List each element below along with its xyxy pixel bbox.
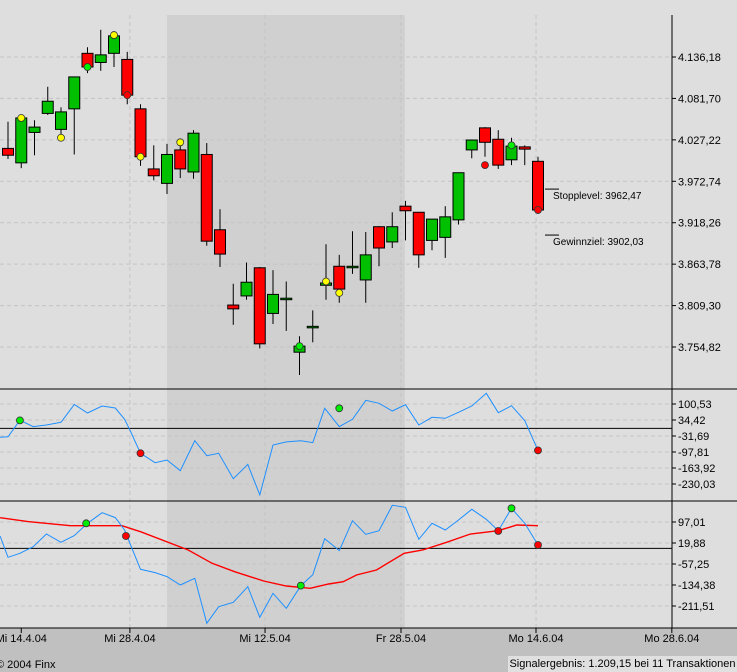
candle-down (214, 229, 226, 255)
candle-down (399, 205, 412, 212)
osc2-signal-marker-red (122, 532, 130, 540)
price-signal-marker-yellow (110, 31, 118, 39)
candle-down (373, 226, 385, 249)
candle-down (479, 127, 491, 143)
osc1-signal-marker-green (335, 404, 344, 413)
price-signal-marker-green (295, 342, 304, 351)
price-signal-marker-yellow (57, 133, 65, 142)
osc1-signal-marker-red (534, 446, 542, 455)
date-label: Mo 28.6.04 (644, 633, 699, 645)
price-tick-label: 4.081,70 (678, 93, 721, 105)
osc1-tick-label: -163,92 (678, 463, 715, 475)
price-tick-label: 3.863,78 (678, 259, 721, 271)
osc2-signal-marker-red (534, 541, 542, 549)
osc2-signal-marker-green (507, 504, 516, 513)
candle-up (161, 153, 173, 184)
candle-up (306, 325, 319, 329)
candle-down (174, 149, 187, 170)
profit-target-label: Gewinnziel: 3902,03 (553, 237, 644, 248)
date-label: Mi 12.5.04 (239, 633, 290, 645)
candle-down (532, 160, 544, 211)
candle-down (412, 211, 425, 256)
candle-up (28, 126, 41, 133)
date-label: Fr 28.5.04 (376, 633, 426, 645)
osc1-tick-label: -31,69 (678, 431, 709, 443)
price-signal-marker-red (481, 161, 489, 170)
candle-down (147, 168, 160, 177)
date-label: Mi 28.4.04 (104, 633, 155, 645)
candle-down (200, 153, 213, 242)
candle-down (227, 304, 240, 310)
candle-up (55, 111, 67, 130)
candle-up (359, 254, 372, 281)
osc2-tick-label: 19,88 (678, 538, 706, 550)
candle-up (452, 172, 465, 221)
candle-up (346, 265, 359, 269)
chart: 4.136,18 4.081,70 4.027,22 3.972,74 3.918,26… (0, 0, 737, 672)
price-tick-label: 3.972,74 (678, 176, 721, 188)
price-signal-marker-red (534, 206, 542, 214)
candle-up (41, 100, 54, 114)
price-tick-label: 4.136,18 (678, 52, 721, 64)
copyright-text: © 2004 Finx (0, 659, 56, 671)
osc1-tick-label: 34,42 (678, 415, 706, 427)
candle-up (280, 297, 293, 301)
price-tick-label: 3.809,30 (678, 301, 721, 313)
osc2-signal-marker-green (82, 519, 91, 528)
osc2-signal-marker-green (296, 581, 305, 590)
price-signal-marker-yellow (136, 152, 145, 161)
signal-result-box: Signalergebnis: 1.209,15 bei 11 Transakt… (508, 656, 737, 672)
price-tick-label: 4.027,22 (678, 135, 721, 147)
price-tick-label: 3.754,82 (678, 342, 721, 354)
candle-up (187, 132, 200, 173)
osc2-tick-label: -134,38 (678, 580, 715, 592)
candle-up (439, 216, 452, 238)
candle-down (492, 138, 505, 166)
candle-up (68, 76, 81, 110)
candle-up (426, 218, 438, 241)
osc2-tick-label: -57,25 (678, 559, 709, 571)
candle-up (15, 117, 28, 164)
osc2-signal-marker-red (494, 527, 503, 535)
candle-up (94, 54, 107, 63)
candle-down (253, 267, 266, 345)
price-signal-marker-yellow (176, 138, 185, 147)
stop-level-label: Stopplevel: 3962,47 (553, 191, 642, 202)
candle-up (465, 139, 478, 151)
price-signal-marker-yellow (335, 288, 344, 297)
candle-down (121, 58, 134, 96)
candle-down (2, 147, 14, 156)
date-label: Mo 14.6.04 (508, 633, 563, 645)
candle-up (240, 281, 253, 297)
candle-down (333, 265, 346, 290)
osc1-tick-label: 100,53 (678, 399, 712, 411)
price-signal-marker-yellow (17, 114, 26, 122)
osc2-tick-label: -211,51 (678, 601, 715, 613)
price-signal-marker-green (507, 141, 516, 150)
price-tick-label: 3.918,26 (678, 218, 721, 230)
osc1-tick-label: -230,03 (678, 479, 715, 491)
price-signal-marker-yellow (322, 277, 330, 286)
osc1-tick-label: -97,81 (678, 447, 709, 459)
candle-up (267, 293, 279, 314)
price-signal-marker-red (123, 91, 132, 100)
candle-down (518, 146, 531, 150)
osc2-tick-label: 97,01 (678, 517, 706, 529)
osc1-signal-marker-green (16, 416, 24, 425)
date-label: Mi 14.4.04 (0, 633, 47, 645)
candle-down (134, 108, 147, 158)
price-signal-marker-green (83, 63, 92, 71)
candle-up (386, 226, 399, 243)
osc1-signal-marker-red (136, 449, 145, 458)
